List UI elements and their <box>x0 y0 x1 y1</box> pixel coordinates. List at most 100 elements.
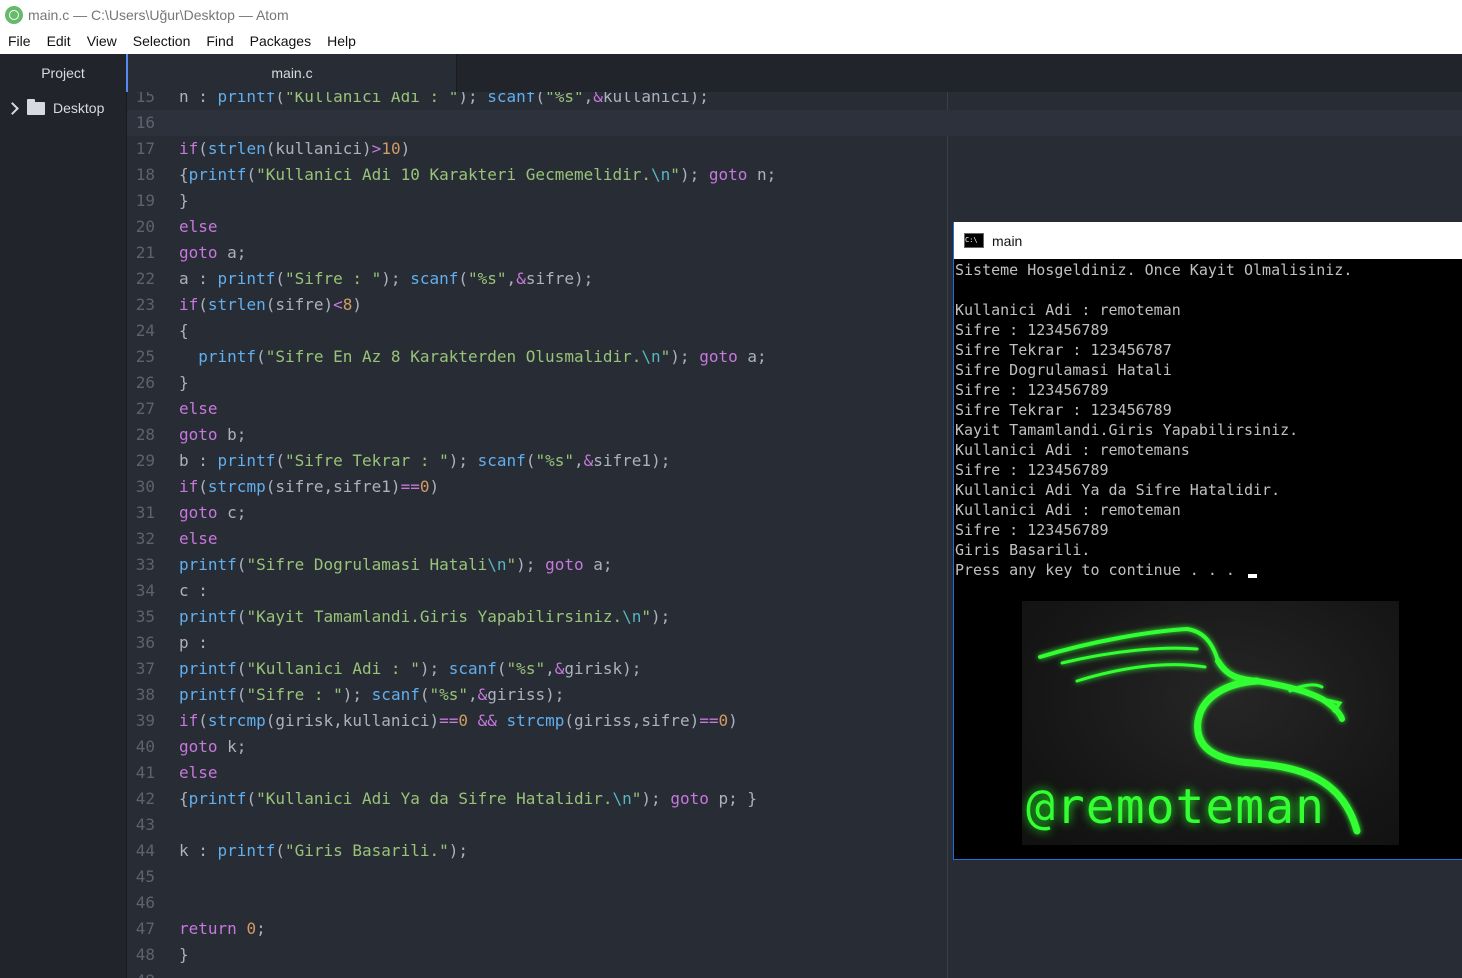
code-line[interactable]: 45 <box>127 864 1462 890</box>
code-token: "Kullanici Adi Ya da Sifre Hatalidir. <box>256 789 613 808</box>
code-line[interactable]: 18 {printf("Kullanici Adi 10 Karakteri Ge… <box>127 162 1462 188</box>
line-number: 27 <box>135 399 155 418</box>
code-token: \n <box>487 555 507 574</box>
line-number: 42 <box>135 789 155 808</box>
code-text: { <box>179 321 189 340</box>
line-number: 32 <box>135 529 155 548</box>
line-number: 18 <box>135 165 155 184</box>
line-number: 21 <box>135 243 155 262</box>
code-token: ) <box>728 711 738 730</box>
code-text: printf("Sifre : "); scanf("%s",&giriss); <box>179 685 564 704</box>
window-titlebar: main.c — C:\Users\Uğur\Desktop — Atom <box>0 0 1462 29</box>
code-token: printf <box>217 269 276 288</box>
code-text: return 0; <box>179 919 266 938</box>
menu-help[interactable]: Help <box>319 29 364 54</box>
code-line[interactable]: 48} <box>127 942 1462 968</box>
line-number: 44 <box>135 841 155 860</box>
project-tree: Desktop <box>0 92 127 978</box>
console-line: Sifre : 123456789 <box>955 460 1461 480</box>
console-line: Sisteme Hosgeldiniz. Once Kayit Olmalisi… <box>955 260 1461 280</box>
code-token: ; <box>256 919 266 938</box>
console-line-text: Sifre Dogrulamasi Hatali <box>955 361 1172 379</box>
code-text: n : printf("Kullanici Adi : "); scanf("%… <box>179 92 709 106</box>
menu-view[interactable]: View <box>79 29 125 54</box>
code-token: 0 <box>718 711 729 730</box>
code-token: { <box>179 165 189 184</box>
menu-file[interactable]: File <box>0 29 39 54</box>
code-token: & <box>593 92 603 106</box>
code-token: strcmp <box>207 477 266 496</box>
code-line[interactable]: 47 return 0; <box>127 916 1462 942</box>
code-token: ); <box>448 841 468 860</box>
console-line: Sifre : 123456789 <box>955 380 1461 400</box>
console-line: Kullanici Adi : remotemans <box>955 440 1461 460</box>
code-token: ( <box>246 789 257 808</box>
code-token: goto <box>179 737 218 756</box>
code-text: else <box>179 399 218 418</box>
console-titlebar[interactable]: C:\ main <box>954 222 1462 259</box>
line-number: 19 <box>135 191 155 210</box>
console-line: Kayit Tamamlandi.Giris Yapabilirsiniz. <box>955 420 1461 440</box>
code-token: , <box>583 92 594 106</box>
code-token: n : <box>179 92 218 106</box>
code-token: ( <box>246 165 257 184</box>
line-number: 23 <box>135 295 155 314</box>
code-token: "Sifre Dogrulamasi Hatali <box>246 555 488 574</box>
code-line[interactable]: 16 <box>127 110 1462 136</box>
line-number: 35 <box>135 607 155 626</box>
code-token: ( <box>458 269 469 288</box>
console-output: Sisteme Hosgeldiniz. Once Kayit Olmalisi… <box>955 260 1461 580</box>
code-token: else <box>179 763 218 782</box>
line-number: 46 <box>135 893 155 912</box>
code-token: ( <box>275 451 285 470</box>
code-text: } <box>179 191 189 210</box>
window-title: main.c — C:\Users\Uğur\Desktop — Atom <box>28 6 289 23</box>
code-line[interactable]: 17 if(strlen(kullanici)>10) <box>127 136 1462 162</box>
code-token: goto <box>545 555 584 574</box>
line-number: 45 <box>135 867 155 886</box>
console-line-text: Sifre : 123456789 <box>955 521 1109 539</box>
menu-find[interactable]: Find <box>198 29 241 54</box>
code-token: sifre); <box>525 269 594 288</box>
console-window[interactable]: C:\ main Sisteme Hosgeldiniz. Once Kayit… <box>953 222 1462 860</box>
code-token: ); <box>679 165 709 184</box>
line-number: 41 <box>135 763 155 782</box>
line-number: 40 <box>135 737 155 756</box>
tab-project[interactable]: Project <box>0 54 128 92</box>
code-text: printf("Sifre Dogrulamasi Hatali\n"); go… <box>179 555 613 574</box>
console-line-text: Sifre : 123456789 <box>955 461 1109 479</box>
code-token: printf <box>179 555 237 574</box>
code-token: == <box>699 711 719 730</box>
console-line-text: Sifre : 123456789 <box>955 321 1109 339</box>
code-token: ); <box>381 269 411 288</box>
tab-main-c[interactable]: main.c <box>128 54 457 92</box>
code-line[interactable]: 19} <box>127 188 1462 214</box>
code-token: scanf <box>371 685 420 704</box>
code-token: ); <box>516 555 546 574</box>
code-line[interactable]: 15 n : printf("Kullanici Adi : "); scanf(… <box>127 92 1462 110</box>
line-number: 33 <box>135 555 155 574</box>
console-line-text: Kullanici Adi : remoteman <box>955 301 1181 319</box>
code-token: ) <box>429 477 440 496</box>
code-token: ( <box>256 347 266 366</box>
menu-packages[interactable]: Packages <box>242 29 319 54</box>
code-token: a; <box>217 243 247 262</box>
code-token: goto <box>179 425 218 444</box>
cmd-icon: C:\ <box>964 233 984 248</box>
code-token: , <box>506 269 517 288</box>
code-token: ); <box>419 659 449 678</box>
menu-selection[interactable]: Selection <box>125 29 199 54</box>
chevron-right-icon[interactable] <box>6 101 19 115</box>
code-token: "Sifre : " <box>284 269 382 288</box>
code-token: "Kullanici Adi : " <box>284 92 459 106</box>
code-line[interactable]: 49 <box>127 968 1462 978</box>
code-text: a : printf("Sifre : "); scanf("%s",&sifr… <box>179 269 593 288</box>
code-token: \n <box>612 789 632 808</box>
tree-item-desktop[interactable]: Desktop <box>6 98 104 116</box>
code-text: if(strcmp(girisk,kullanici)==0 && strcmp… <box>179 711 738 730</box>
console-line-text: Sifre Tekrar : 123456787 <box>955 341 1172 359</box>
menu-edit[interactable]: Edit <box>39 29 79 54</box>
code-token: , <box>573 451 584 470</box>
code-line[interactable]: 46 <box>127 890 1462 916</box>
